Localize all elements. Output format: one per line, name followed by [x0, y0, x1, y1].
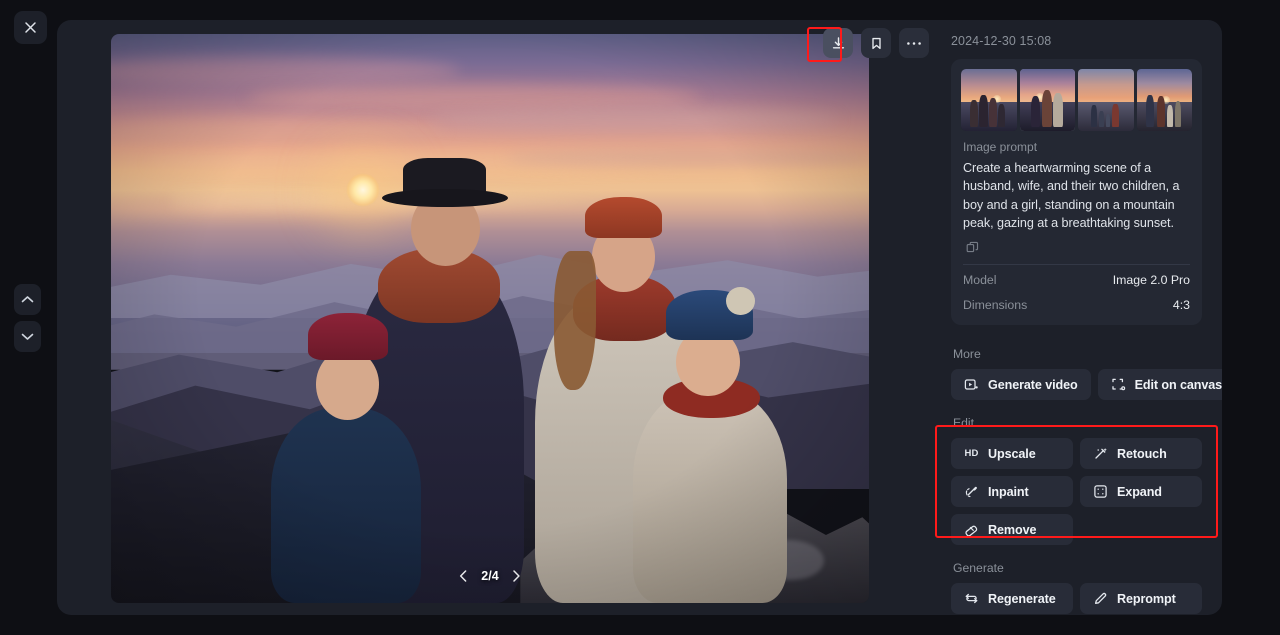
inpaint-button[interactable]: Inpaint	[951, 476, 1073, 508]
pager-prev-button[interactable]	[455, 568, 471, 584]
copy-prompt-button[interactable]	[963, 238, 981, 256]
detail-modal: 2/4 2024-12-30 15:08 Image prompt Create…	[57, 20, 1222, 615]
prompt-label: Image prompt	[963, 140, 1038, 154]
chevron-right-icon	[513, 570, 521, 582]
upscale-button[interactable]: HD Upscale	[951, 438, 1073, 470]
button-label: Inpaint	[988, 484, 1029, 499]
hd-icon: HD	[964, 448, 979, 460]
remove-button[interactable]: Remove	[951, 514, 1073, 546]
reprompt-button[interactable]: Reprompt	[1080, 583, 1202, 615]
section-label-more: More	[953, 347, 981, 362]
meta-value: 4:3	[1172, 298, 1190, 313]
magic-wand-icon	[1093, 446, 1108, 461]
image-stage: 2/4	[57, 20, 929, 615]
expand-frame-icon	[1093, 484, 1108, 499]
meta-row-dimensions: Dimensions 4:3	[961, 290, 1192, 321]
chevron-up-icon	[21, 296, 34, 303]
more-actions-grid: Generate video Edit on canvas	[951, 369, 1222, 401]
detail-sidebar: 2024-12-30 15:08 Image prompt Create a h…	[929, 20, 1222, 615]
section-label-edit: Edit	[953, 416, 975, 431]
image-toolbar	[823, 28, 929, 58]
image-nav-rail	[14, 284, 41, 352]
nav-prev-button[interactable]	[14, 284, 41, 315]
thumbnail-strip	[961, 69, 1192, 131]
edit-actions-grid: HD Upscale Retouch Inpaint Expand Remove	[951, 438, 1202, 546]
button-label: Regenerate	[988, 591, 1056, 606]
thumbnail-item[interactable]	[961, 69, 1017, 131]
pager-next-button[interactable]	[509, 568, 525, 584]
button-label: Reprompt	[1117, 591, 1176, 606]
copy-row	[961, 236, 1192, 262]
button-label: Edit on canvas	[1134, 377, 1222, 392]
chevron-left-icon	[459, 570, 467, 582]
refresh-loop-icon	[964, 591, 979, 606]
edit-on-canvas-button[interactable]: Edit on canvas	[1097, 369, 1222, 401]
pencil-icon	[1093, 591, 1108, 606]
bookmark-icon	[871, 37, 881, 49]
download-icon	[832, 36, 844, 48]
thumbnail-item[interactable]	[1078, 69, 1134, 131]
section-label-generate: Generate	[953, 561, 1004, 576]
button-label: Generate video	[988, 377, 1078, 392]
generate-video-button[interactable]: Generate video	[951, 369, 1091, 401]
nav-next-button[interactable]	[14, 321, 41, 352]
generate-actions-grid: Regenerate Reprompt	[951, 583, 1202, 615]
button-label: Expand	[1117, 484, 1162, 499]
page-indicator: 2/4	[481, 569, 499, 583]
paint-brush-icon	[964, 484, 979, 499]
image-info-card: Image prompt Create a heartwarming scene…	[951, 59, 1202, 326]
thumbnail-item[interactable]	[1019, 69, 1075, 131]
meta-value: Image 2.0 Pro	[1112, 273, 1190, 288]
image-pager: 2/4	[449, 565, 530, 587]
retouch-button[interactable]: Retouch	[1080, 438, 1202, 470]
download-button[interactable]	[823, 28, 853, 58]
copy-icon	[966, 241, 978, 252]
meta-key: Model	[963, 273, 997, 288]
close-icon	[25, 22, 36, 33]
image-timestamp: 2024-12-30 15:08	[951, 34, 1052, 48]
generated-image[interactable]: 2/4	[111, 34, 869, 603]
button-label: Upscale	[988, 446, 1036, 461]
generated-image-content	[111, 34, 869, 603]
image-detail-viewer: 2/4 2024-12-30 15:08 Image prompt Create…	[0, 0, 1280, 635]
canvas-crop-icon	[1111, 377, 1126, 392]
bookmark-button[interactable]	[861, 28, 891, 58]
prompt-text: Create a heartwarming scene of a husband…	[963, 161, 1180, 230]
more-options-button[interactable]	[899, 28, 929, 58]
regenerate-button[interactable]: Regenerate	[951, 583, 1073, 615]
chevron-down-icon	[21, 333, 34, 340]
eraser-icon	[964, 522, 979, 537]
thumbnail-item[interactable]	[1136, 69, 1192, 131]
button-label: Retouch	[1117, 446, 1167, 461]
button-label: Remove	[988, 522, 1037, 537]
vignette	[111, 34, 869, 603]
meta-key: Dimensions	[963, 298, 1028, 313]
meta-row-model: Model Image 2.0 Pro	[961, 265, 1192, 290]
close-button[interactable]	[14, 11, 47, 44]
expand-button[interactable]: Expand	[1080, 476, 1202, 508]
video-frame-icon	[964, 377, 979, 392]
ellipsis-icon	[907, 41, 921, 45]
